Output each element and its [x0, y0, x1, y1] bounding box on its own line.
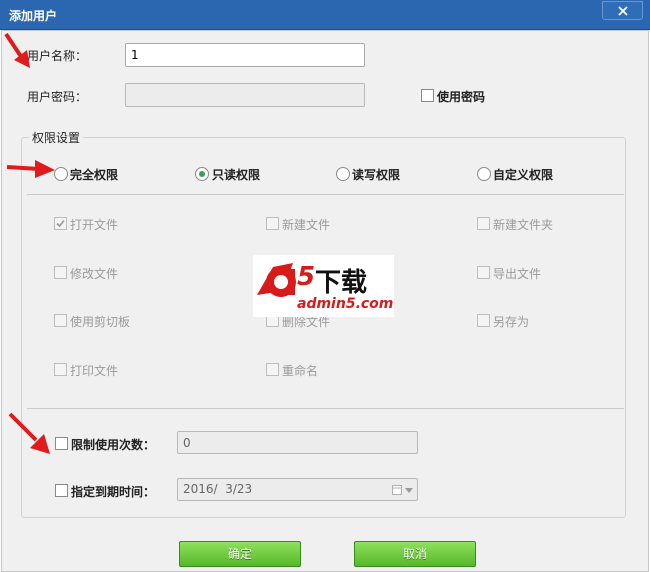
checkbox-new-file[interactable] — [266, 217, 279, 230]
radio-readonly-permission[interactable] — [195, 167, 209, 181]
checkbox-new-folder-label: 新建文件夹 — [493, 218, 554, 232]
radio-readwrite-permission-label: 读写权限 — [352, 168, 401, 182]
close-button[interactable] — [602, 1, 643, 20]
permissions-legend: 权限设置 — [29, 129, 84, 146]
checkbox-save-as-label: 另存为 — [493, 315, 530, 329]
checkbox-rename-label: 重命名 — [282, 364, 319, 378]
use-count-input[interactable] — [177, 431, 418, 454]
divider-bottom — [27, 408, 624, 409]
radio-readwrite-permission[interactable] — [336, 167, 350, 181]
checkbox-rename[interactable] — [266, 363, 279, 376]
limit-use-count-checkbox[interactable] — [55, 437, 68, 450]
use-password-checkbox[interactable] — [421, 89, 434, 102]
watermark-main-text: 下载 — [315, 268, 368, 298]
use-password-label: 使用密码 — [437, 90, 486, 104]
radio-full-permission-label: 完全权限 — [70, 168, 119, 182]
title-bar: 添加用户 — [0, 0, 650, 30]
password-label: 用户密码： — [27, 90, 88, 104]
checkbox-print-file-label: 打印文件 — [70, 364, 119, 378]
radio-custom-permission[interactable] — [477, 167, 491, 181]
expire-date-label: 指定到期时间： — [71, 485, 156, 499]
checkbox-modify-file-label: 修改文件 — [70, 267, 119, 281]
radio-readonly-permission-label: 只读权限 — [212, 168, 261, 182]
watermark-sub-text: admin5.com — [297, 296, 394, 312]
checkbox-clipboard[interactable] — [54, 314, 67, 327]
checkbox-new-file-label: 新建文件 — [282, 218, 331, 232]
chevron-down-icon[interactable] — [405, 488, 413, 493]
annotation-arrow-icon — [6, 160, 55, 178]
ok-button[interactable]: 确定 — [179, 541, 301, 567]
checkbox-save-as[interactable] — [477, 314, 490, 327]
limit-use-count-label: 限制使用次数： — [71, 438, 156, 452]
calendar-icon — [392, 485, 402, 495]
close-icon — [618, 6, 628, 16]
radio-custom-permission-label: 自定义权限 — [493, 168, 554, 182]
checkbox-modify-file[interactable] — [54, 266, 67, 279]
window-title: 添加用户 — [9, 9, 58, 23]
expire-date-picker[interactable]: 2016/ 3/23 — [177, 478, 418, 501]
checkbox-export-file-label: 导出文件 — [493, 267, 542, 281]
checkbox-open-file[interactable] — [54, 217, 67, 230]
checkbox-open-file-label: 打开文件 — [70, 218, 119, 232]
expire-date-value: 2016/ 3/23 — [183, 482, 253, 496]
annotation-arrow-icon — [4, 32, 30, 68]
divider-top — [27, 194, 624, 195]
watermark-logo-number: 5 — [297, 262, 316, 292]
checkbox-export-file[interactable] — [477, 266, 490, 279]
checkbox-clipboard-label: 使用剪切板 — [70, 315, 131, 329]
password-input[interactable] — [125, 83, 365, 107]
checkmark-icon — [56, 219, 65, 228]
username-input[interactable] — [125, 43, 365, 67]
cancel-button[interactable]: 取消 — [354, 541, 476, 567]
watermark-logo: 5 下载 admin5.com — [253, 255, 394, 317]
annotation-arrow-icon — [8, 412, 50, 454]
checkbox-print-file[interactable] — [54, 363, 67, 376]
expire-date-checkbox[interactable] — [55, 484, 68, 497]
checkbox-new-folder[interactable] — [477, 217, 490, 230]
